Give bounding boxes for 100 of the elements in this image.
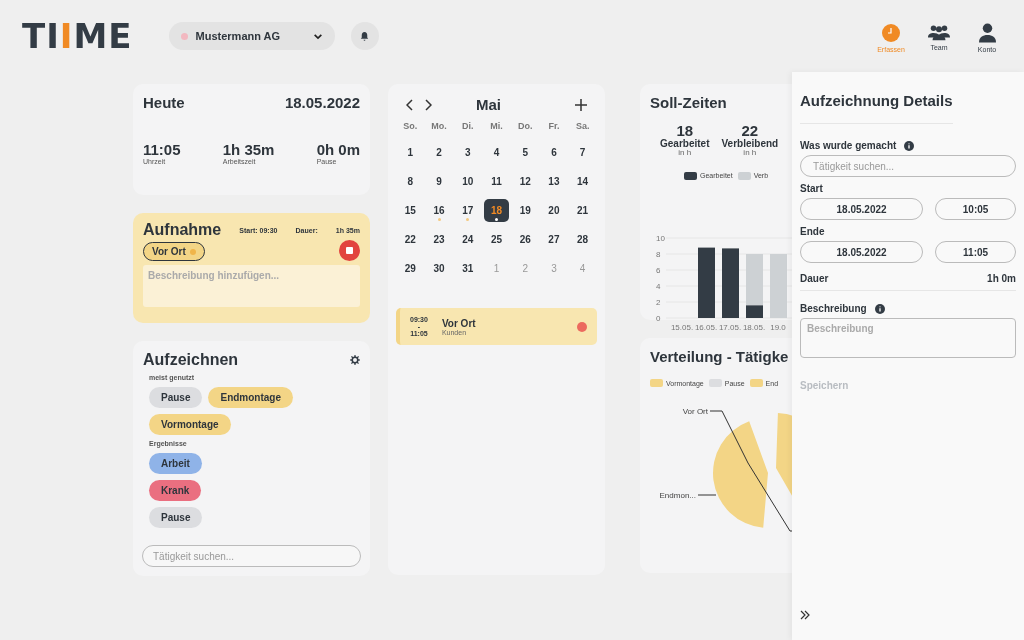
weekday-label: Do.: [516, 121, 534, 133]
calendar-day[interactable]: 25: [484, 228, 509, 251]
entry-title: Vor Ort: [441, 317, 477, 329]
weekday-label: Fr.: [547, 121, 561, 133]
calendar-day[interactable]: 23: [426, 228, 452, 251]
calendar-day[interactable]: 21: [570, 199, 596, 222]
panel-title: Aufzeichnung Details: [800, 92, 953, 124]
date-field[interactable]: 18.05.2022: [800, 241, 924, 263]
card-title: Heute: [143, 94, 185, 111]
bell-icon: [359, 30, 371, 42]
search-field[interactable]: Tätigkeit suchen...: [142, 545, 361, 567]
calendar-day[interactable]: 26: [512, 228, 538, 251]
calendar-day[interactable]: 31: [455, 257, 481, 280]
weekday-label: So.: [402, 121, 419, 133]
stat-value: 18: [676, 123, 694, 139]
calendar-day[interactable]: 1: [397, 141, 423, 164]
stop-button[interactable]: [339, 239, 360, 261]
calendar-day[interactable]: 2: [426, 141, 452, 164]
axis-tick-label: 0: [656, 313, 661, 323]
stat-value: 22: [741, 123, 759, 139]
today-date: 18.05.2022: [284, 94, 360, 111]
calendar-day[interactable]: 27: [541, 228, 567, 251]
activity-chip[interactable]: Endmontage: [208, 387, 294, 408]
stat-value: 0h 0m: [316, 141, 360, 158]
info-icon[interactable]: [904, 140, 915, 151]
add-button[interactable]: [575, 98, 587, 111]
bar: [698, 247, 715, 318]
collapse-icon[interactable]: [800, 610, 810, 620]
stat-unit: in h: [678, 149, 692, 158]
notifications-button[interactable]: [350, 22, 379, 50]
stat-value: 1h 35m: [222, 141, 275, 158]
axis-tick-label: 17.05.: [718, 322, 742, 332]
activity-chip[interactable]: Vormontage: [149, 414, 231, 435]
calendar-day[interactable]: 22: [397, 228, 423, 251]
activity-chip[interactable]: Pause: [149, 387, 203, 408]
description-field[interactable]: Beschreibung hinzufügen...: [143, 265, 360, 307]
stat-label: Verbleibend: [721, 138, 779, 150]
activity-chip[interactable]: Krank: [149, 480, 202, 501]
calendar-day[interactable]: 6: [541, 141, 567, 164]
axis-tick-label: 19.0: [770, 322, 786, 332]
weekday-label: Mo.: [430, 121, 448, 133]
calendar-day[interactable]: 16: [426, 199, 452, 222]
calendar-day[interactable]: 20: [541, 199, 567, 222]
company-selector[interactable]: Mustermann AG: [168, 22, 335, 50]
weekday-label: Sa.: [574, 121, 591, 133]
axis-tick-label: 10: [656, 233, 665, 243]
field-label: Start: [800, 183, 823, 194]
logo: TI IME: [22, 16, 133, 56]
axis-tick-label: 2: [656, 297, 661, 307]
info-icon[interactable]: [874, 303, 885, 314]
calendar-day[interactable]: 29: [397, 257, 423, 280]
activity-chip[interactable]: Pause: [149, 507, 203, 528]
calendar-day[interactable]: 17: [455, 199, 481, 222]
calendar-day[interactable]: 3: [455, 141, 481, 164]
description-field[interactable]: Beschreibung: [800, 318, 1016, 358]
calendar-day[interactable]: 9: [426, 170, 452, 193]
activity-chip[interactable]: Arbeit: [149, 453, 202, 474]
month-title: Mai: [475, 96, 502, 113]
next-month-button[interactable]: [424, 98, 432, 111]
group-icon: [928, 23, 950, 41]
calendar-day[interactable]: 11: [484, 170, 509, 193]
clock-icon: [881, 23, 901, 43]
calendar-day[interactable]: 13: [541, 170, 567, 193]
user-icon: [978, 23, 996, 43]
slice-label: Endmon...: [659, 491, 696, 500]
calendar-day[interactable]: 4: [484, 141, 509, 164]
calendar-day[interactable]: 28: [570, 228, 596, 251]
card-title: Aufnahme: [143, 221, 222, 239]
previous-month-button[interactable]: [406, 98, 414, 111]
card-title: Aufzeichnen: [143, 351, 239, 369]
activity-chip[interactable]: Vor Ort: [143, 242, 205, 261]
chevron-down-icon: [312, 32, 323, 40]
axis-tick-label: 6: [656, 265, 661, 275]
settings-icon[interactable]: [350, 355, 360, 365]
time-field[interactable]: 11:05: [935, 241, 1016, 263]
calendar-day[interactable]: 18: [484, 199, 509, 222]
calendar-day[interactable]: 15: [397, 199, 423, 222]
axis-tick-label: 18.05.: [742, 322, 766, 332]
card-title: Verteilung - Tätigke: [650, 348, 789, 365]
calendar-day[interactable]: 5: [512, 141, 538, 164]
axis-tick-label: 4: [656, 281, 661, 291]
calendar-day[interactable]: 19: [512, 199, 538, 222]
date-field[interactable]: 18.05.2022: [800, 198, 924, 220]
axis-tick-label: 15.05.: [670, 322, 694, 332]
axis-tick-label: 16.05.: [694, 322, 718, 332]
calendar-day[interactable]: 24: [455, 228, 481, 251]
calendar-day[interactable]: 30: [426, 257, 452, 280]
weekday-label: Di.: [461, 121, 475, 133]
calendar-day[interactable]: 8: [397, 170, 423, 193]
calendar-day[interactable]: 12: [512, 170, 538, 193]
slice-label: Vor Ort: [682, 407, 708, 416]
field-label: Was wurde gemacht: [800, 140, 897, 151]
field-label: Ende: [800, 226, 825, 237]
calendar-day[interactable]: 14: [570, 170, 596, 193]
weekday-label: Mi.: [489, 121, 504, 133]
calendar-day[interactable]: 7: [570, 141, 596, 164]
calendar-day[interactable]: 10: [455, 170, 481, 193]
time-field[interactable]: 10:05: [935, 198, 1016, 220]
activity-field[interactable]: Tätigkeit suchen...: [800, 155, 1016, 177]
stat-value: 11:05: [143, 141, 181, 158]
